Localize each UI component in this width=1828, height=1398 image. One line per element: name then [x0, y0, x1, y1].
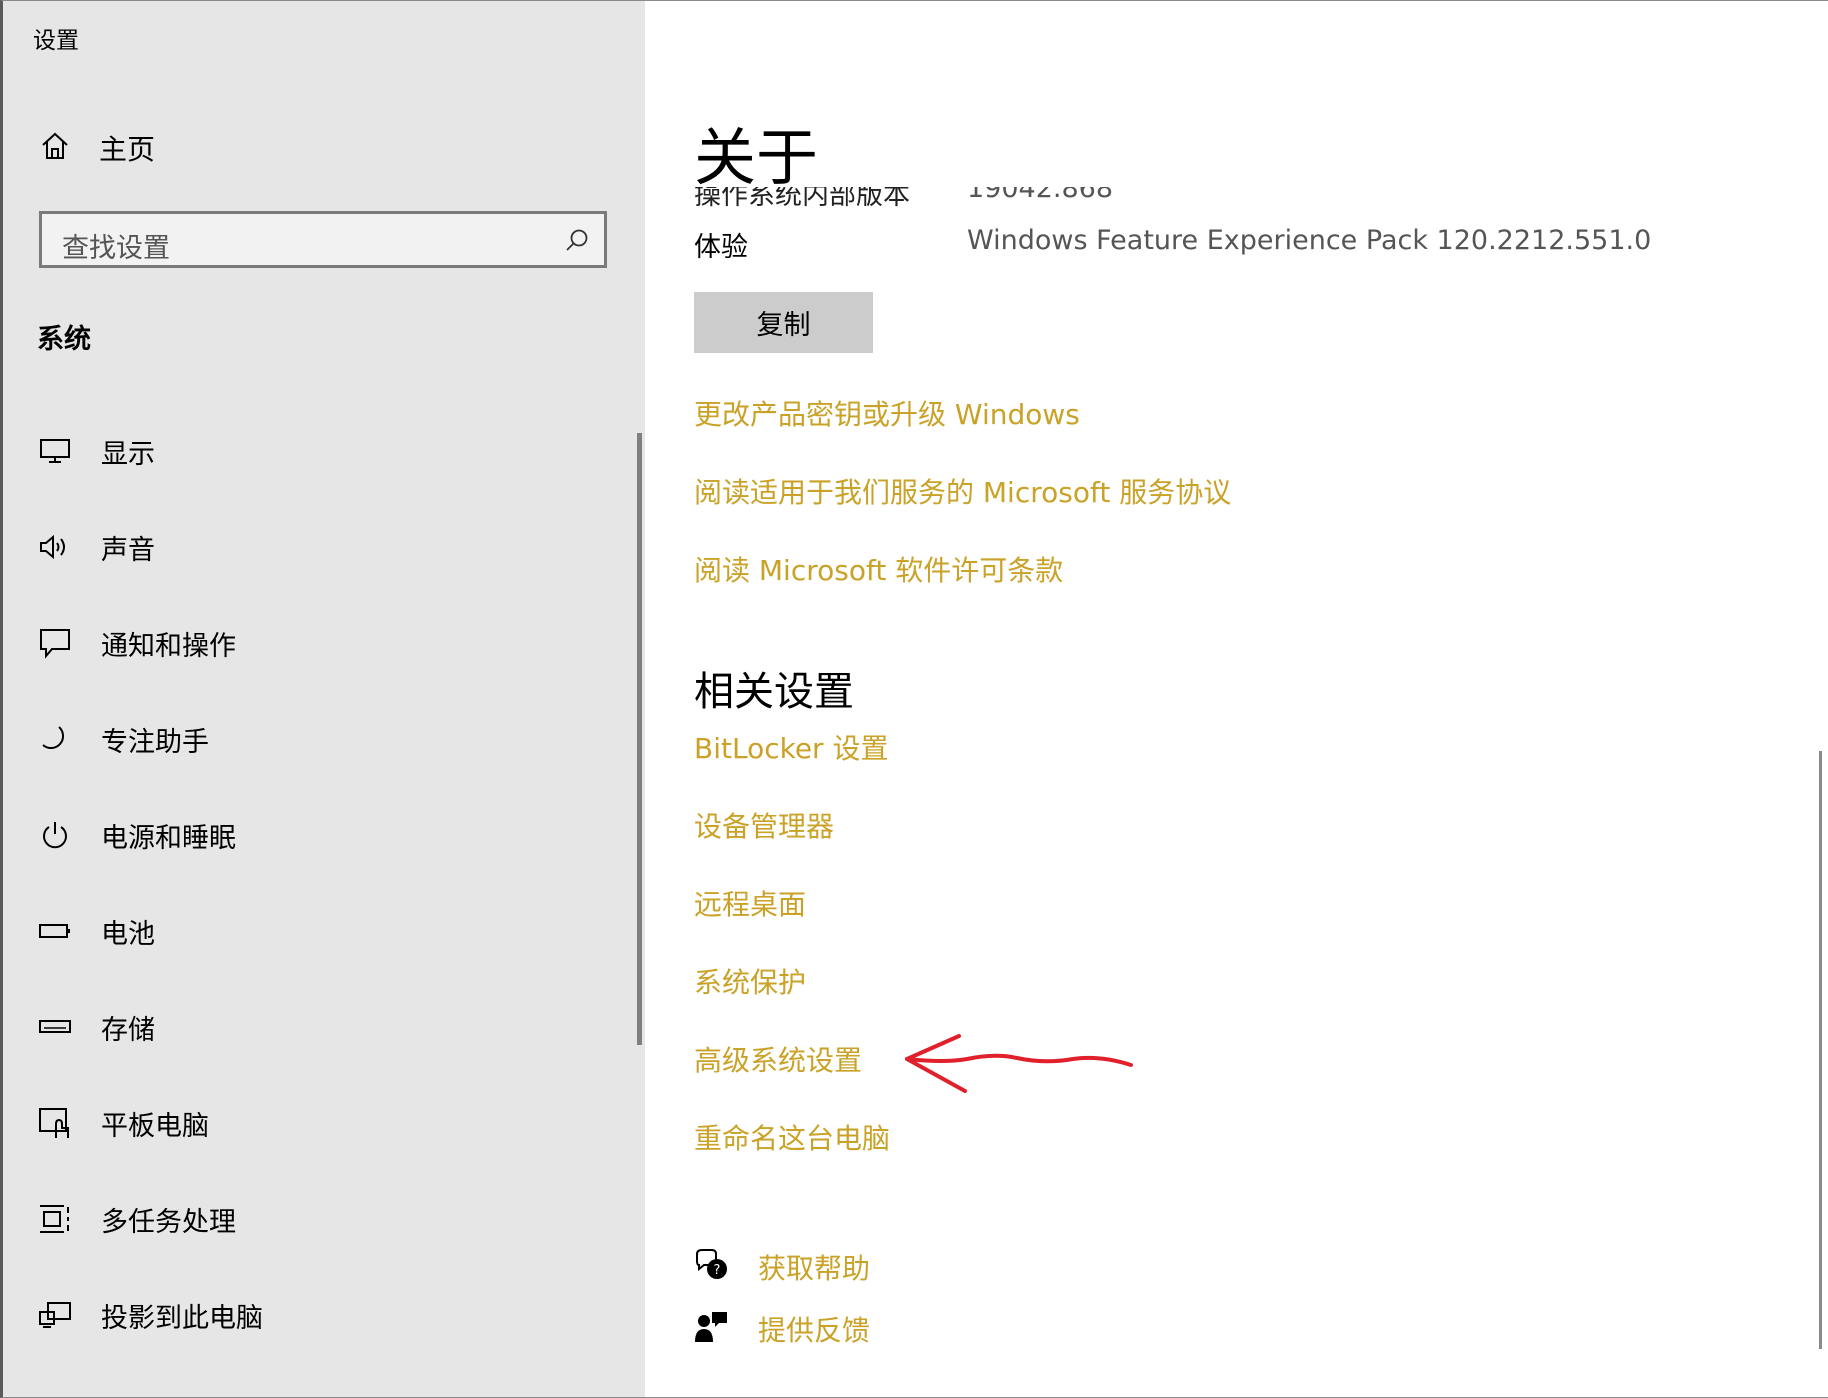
app-title: 设置 — [33, 28, 79, 54]
sidebar-item-label: 平板电脑 — [101, 1110, 209, 1142]
give-feedback-link[interactable]: 提供反馈 — [694, 1309, 870, 1349]
moon-icon — [37, 721, 73, 757]
tablet-icon — [37, 1105, 73, 1141]
link-change-product-key[interactable]: 更改产品密钥或升级 Windows — [694, 393, 1080, 433]
link-license-terms[interactable]: 阅读 Microsoft 软件许可条款 — [694, 549, 1063, 589]
link-rename-pc[interactable]: 重命名这台电脑 — [694, 1117, 890, 1157]
project-icon — [37, 1297, 73, 1333]
sidebar-item-focus-assist[interactable]: 专注助手 — [37, 709, 597, 769]
link-system-protection[interactable]: 系统保护 — [694, 961, 806, 1001]
sidebar-item-label: 显示 — [101, 438, 155, 470]
content-pane: 关于 操作系统内部版本 19042.868 体验 Windows Feature… — [645, 1, 1828, 1397]
sidebar-item-home[interactable]: 主页 — [39, 123, 599, 173]
search-input[interactable]: 查找设置 — [39, 211, 607, 268]
link-remote-desktop[interactable]: 远程桌面 — [694, 883, 806, 923]
sidebar-item-battery[interactable]: 电池 — [37, 901, 597, 961]
sidebar-item-label: 存储 — [101, 1014, 155, 1046]
search-icon[interactable] — [564, 227, 590, 257]
sidebar-item-label: 主页 — [99, 133, 156, 166]
notification-icon — [37, 625, 73, 661]
link-advanced-system-settings[interactable]: 高级系统设置 — [694, 1039, 862, 1079]
link-device-manager[interactable]: 设备管理器 — [694, 805, 834, 845]
sidebar: 设置 主页 查找设置 系统 显示 声音 通知和操作 专注助手 电源和睡眠 电池 … — [3, 1, 645, 1397]
sidebar-item-label: 通知和操作 — [101, 630, 236, 662]
sidebar-item-multitasking[interactable]: 多任务处理 — [37, 1189, 597, 1249]
speaker-icon — [37, 529, 73, 565]
settings-window: 设置 主页 查找设置 系统 显示 声音 通知和操作 专注助手 电源和睡眠 电池 … — [0, 0, 1828, 1398]
spec-value-experience: Windows Feature Experience Pack 120.2212… — [967, 225, 1652, 256]
sidebar-item-tablet[interactable]: 平板电脑 — [37, 1093, 597, 1153]
sidebar-item-label: 投影到此电脑 — [101, 1302, 263, 1334]
help-chat-icon: ? — [694, 1248, 728, 1286]
storage-icon — [37, 1009, 73, 1045]
spec-value-os-build: 19042.868 — [967, 173, 1114, 204]
link-bitlocker-settings[interactable]: BitLocker 设置 — [694, 727, 888, 767]
sidebar-item-storage[interactable]: 存储 — [37, 997, 597, 1057]
spec-label-experience: 体验 — [694, 232, 748, 263]
multitasking-icon — [37, 1201, 73, 1237]
sidebar-item-project-to-pc[interactable]: 投影到此电脑 — [37, 1285, 597, 1345]
related-settings-heading: 相关设置 — [694, 669, 854, 715]
feedback-icon — [694, 1310, 728, 1348]
sidebar-item-display[interactable]: 显示 — [37, 421, 597, 481]
sidebar-item-power-sleep[interactable]: 电源和睡眠 — [37, 805, 597, 865]
search-placeholder: 查找设置 — [62, 233, 170, 264]
power-icon — [37, 817, 73, 853]
link-service-agreement[interactable]: 阅读适用于我们服务的 Microsoft 服务协议 — [694, 471, 1231, 511]
help-item-label: 获取帮助 — [758, 1252, 871, 1285]
svg-text:?: ? — [714, 1263, 721, 1278]
home-icon — [39, 130, 71, 166]
help-item-label: 提供反馈 — [758, 1314, 871, 1347]
sidebar-scrollbar[interactable] — [637, 433, 642, 1045]
battery-icon — [37, 913, 73, 949]
copy-button[interactable]: 复制 — [694, 292, 873, 353]
sidebar-item-notifications[interactable]: 通知和操作 — [37, 613, 597, 673]
content-scrollbar[interactable] — [1819, 751, 1822, 1349]
sidebar-item-label: 专注助手 — [101, 726, 209, 758]
sidebar-item-label: 电池 — [101, 918, 155, 950]
sidebar-item-label: 声音 — [101, 534, 155, 566]
sidebar-item-label: 电源和睡眠 — [101, 822, 236, 854]
section-heading: 系统 — [37, 324, 91, 355]
get-help-link[interactable]: ? 获取帮助 — [694, 1247, 870, 1287]
monitor-icon — [37, 433, 73, 469]
sidebar-item-label: 多任务处理 — [101, 1206, 236, 1238]
sidebar-item-sound[interactable]: 声音 — [37, 517, 597, 577]
page-title: 关于 — [694, 121, 819, 194]
